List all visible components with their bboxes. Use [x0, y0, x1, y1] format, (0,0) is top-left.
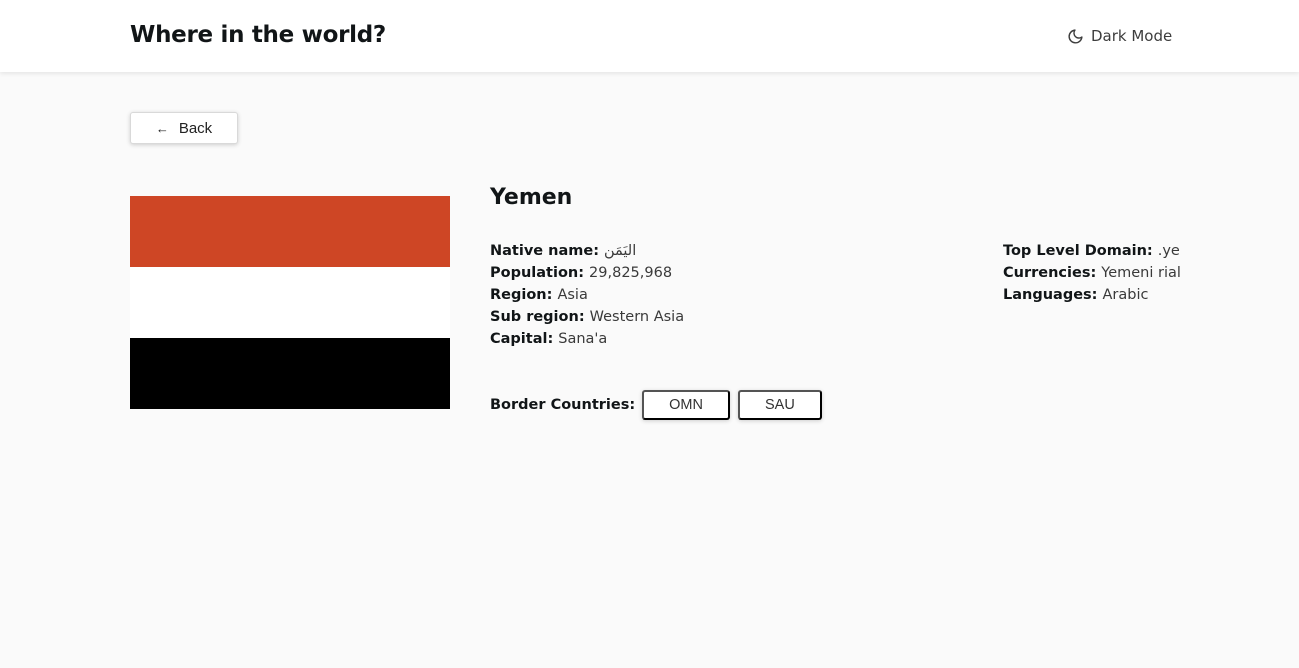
detail-native-name: Native name: اليَمَن	[490, 240, 684, 262]
detail-currencies: Currencies: Yemeni rial	[1003, 262, 1181, 284]
country-flag	[130, 196, 450, 409]
country-name: Yemen	[490, 185, 573, 210]
app-header: Where in the world? Dark Mode	[0, 0, 1299, 72]
detail-label: Languages:	[1003, 287, 1098, 303]
detail-value: Yemeni rial	[1101, 265, 1181, 281]
dark-mode-toggle[interactable]: Dark Mode	[1067, 25, 1172, 47]
detail-label: Currencies:	[1003, 265, 1097, 281]
detail-capital: Capital: Sana'a	[490, 328, 684, 350]
back-button[interactable]: ← Back	[130, 112, 238, 144]
arrow-left-icon: ←	[155, 120, 169, 136]
detail-value: Arabic	[1102, 287, 1149, 303]
details-left: Native name: اليَمَن Population: 29,825,96…	[490, 240, 684, 350]
flag-stripe-red	[130, 196, 450, 267]
detail-label: Sub region:	[490, 309, 585, 325]
border-country-button[interactable]: OMN	[642, 390, 730, 420]
detail-label: Region:	[490, 287, 553, 303]
detail-sub-region: Sub region: Western Asia	[490, 306, 684, 328]
detail-label: Capital:	[490, 331, 554, 347]
flag-stripe-white	[130, 267, 450, 338]
detail-value: 29,825,968	[589, 265, 673, 281]
detail-value: Asia	[557, 287, 588, 303]
detail-value: .ye	[1157, 243, 1180, 259]
detail-label: Native name:	[490, 243, 600, 259]
border-countries-label: Border Countries:	[490, 397, 636, 413]
detail-value: Western Asia	[589, 309, 685, 325]
detail-label: Population:	[490, 265, 585, 281]
detail-label: Top Level Domain:	[1003, 243, 1153, 259]
dark-mode-label: Dark Mode	[1091, 27, 1173, 45]
back-button-label: Back	[178, 119, 213, 137]
details-right: Top Level Domain: .ye Currencies: Yemeni r…	[1003, 240, 1181, 306]
detail-value: Sana'a	[558, 331, 608, 347]
app-title: Where in the world?	[130, 22, 386, 48]
detail-top-level-domain: Top Level Domain: .ye	[1003, 240, 1181, 262]
moon-icon	[1067, 28, 1084, 45]
detail-region: Region: Asia	[490, 284, 684, 306]
border-countries: Border Countries: OMN SAU	[490, 390, 830, 420]
detail-population: Population: 29,825,968	[490, 262, 684, 284]
flag-stripe-black	[130, 338, 450, 409]
border-country-button[interactable]: SAU	[738, 390, 822, 420]
detail-languages: Languages: Arabic	[1003, 284, 1181, 306]
detail-value: اليَمَن	[604, 243, 637, 259]
